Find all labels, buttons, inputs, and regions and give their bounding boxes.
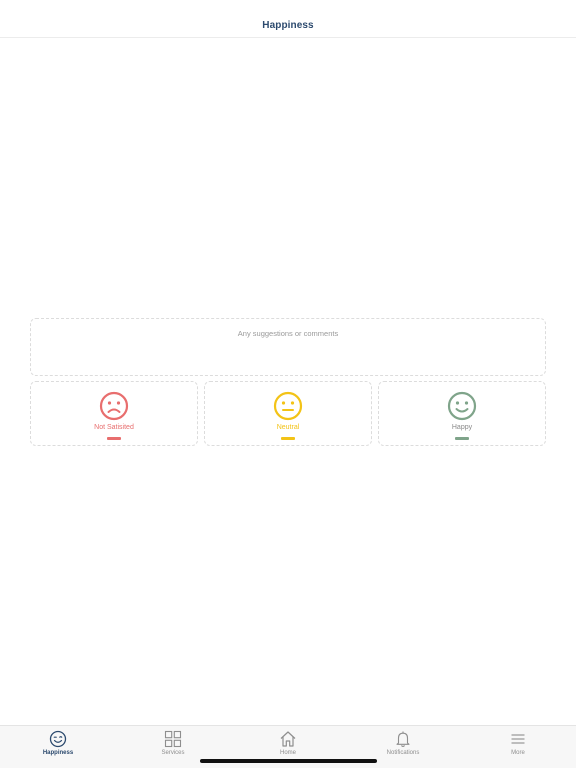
tab-label: Happiness (42, 750, 74, 756)
tab-services[interactable]: Services (138, 730, 208, 760)
rating-label: Not Satisited (94, 424, 134, 431)
rating-indicator (107, 437, 121, 440)
tab-notifications[interactable]: Notifications (368, 730, 438, 760)
rating-indicator (281, 437, 295, 440)
rating-not-satisfied[interactable]: Not Satisited (30, 381, 198, 446)
comment-box[interactable] (30, 318, 546, 376)
tab-label: More (511, 750, 525, 756)
grid-icon (164, 730, 182, 748)
tab-more[interactable]: More (483, 730, 553, 760)
sad-face-icon (99, 391, 129, 421)
bell-icon (396, 731, 410, 747)
tab-label: Notifications (386, 750, 420, 756)
tab-label: Services (161, 750, 185, 756)
happy-face-icon (447, 391, 477, 421)
happiness-icon (49, 730, 67, 748)
rating-options: Not Satisited Neutral Happy (30, 381, 546, 446)
home-indicator (200, 759, 377, 763)
tab-label: Home (279, 750, 296, 756)
menu-icon (511, 734, 525, 744)
page-title: Happiness (262, 20, 314, 31)
rating-label: Neutral (276, 424, 300, 431)
rating-happy[interactable]: Happy (378, 381, 546, 446)
tab-happiness[interactable]: Happiness (23, 730, 93, 760)
home-icon (280, 731, 296, 747)
comment-input[interactable] (31, 319, 545, 340)
rating-indicator (455, 437, 469, 440)
rating-label: Happy (451, 424, 473, 431)
tab-home[interactable]: Home (253, 730, 323, 760)
nav-bar: Happiness (0, 0, 576, 38)
rating-neutral[interactable]: Neutral (204, 381, 372, 446)
neutral-face-icon (273, 391, 303, 421)
screen: Happiness Not Satisited Neutral (0, 0, 576, 768)
